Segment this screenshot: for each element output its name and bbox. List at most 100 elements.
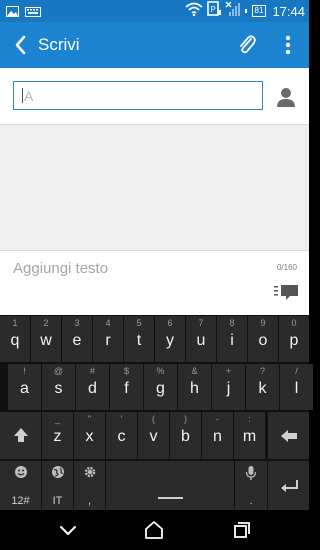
key-i[interactable]: 8i — [217, 316, 247, 362]
key-alt-label: 6 — [167, 318, 173, 328]
compose-input[interactable]: Aggiungi testo — [13, 260, 108, 277]
key-b[interactable]: ) b — [170, 412, 201, 459]
chevron-left-icon[interactable] — [10, 32, 32, 58]
recent-apps-icon[interactable] — [229, 518, 253, 542]
key-h[interactable]: & h — [178, 364, 211, 410]
send-message-icon[interactable] — [274, 282, 300, 304]
key-main-label: k — [258, 380, 267, 397]
key-j[interactable]: + j — [212, 364, 245, 410]
key-alt-label: 3 — [74, 318, 80, 328]
key-main-label: v — [149, 428, 158, 445]
key-v[interactable]: (v — [138, 412, 169, 459]
key-z[interactable]: _ z — [42, 412, 73, 459]
chevron-down-icon[interactable] — [56, 518, 80, 542]
key-t[interactable]: 5t — [124, 316, 154, 362]
key-w[interactable]: 2w — [31, 316, 61, 362]
key-r[interactable]: 4r — [93, 316, 123, 362]
recipient-row: A — [0, 68, 309, 125]
key-d[interactable]: # d — [76, 364, 109, 410]
key-alt-label: 5 — [136, 318, 142, 328]
page-title: Scrivi — [38, 35, 80, 54]
battery-icon: 81 — [244, 5, 267, 17]
app-bar: Scrivi — [0, 22, 309, 68]
key-alt-label: / — [295, 366, 298, 376]
shift-key[interactable] — [0, 412, 41, 459]
key-alt-label: % — [156, 366, 165, 376]
key-x[interactable]: " x — [74, 412, 105, 459]
key-main-label: a — [20, 380, 29, 397]
navigation-bar — [0, 510, 309, 550]
key-q[interactable]: 1q — [0, 316, 30, 362]
language-key[interactable]: IT — [42, 461, 73, 510]
key-alt-label: @ — [53, 366, 64, 376]
person-icon[interactable] — [275, 86, 297, 108]
key-main-label: o — [258, 332, 268, 349]
status-bar: P 81 17:44 — [0, 0, 309, 22]
key-alt-label: # — [89, 366, 95, 376]
recipient-input[interactable]: A — [13, 81, 263, 110]
key-alt-label: " — [87, 414, 92, 424]
key-alt-label: ' — [120, 414, 123, 424]
key-a[interactable]: ! a — [8, 364, 41, 410]
key-main-label: n — [213, 428, 222, 445]
key-main-label: h — [190, 380, 199, 397]
key-e[interactable]: 3e — [62, 316, 92, 362]
image-icon — [6, 4, 19, 22]
key-main-label: s — [54, 380, 63, 397]
key-main-label: g — [156, 380, 165, 397]
key-main-label: x — [85, 428, 94, 445]
key-main-label: e — [72, 332, 82, 349]
key-alt-label: $ — [123, 366, 129, 376]
enter-key[interactable] — [268, 461, 309, 510]
key-alt-label: ( — [152, 414, 155, 424]
microphone-icon — [245, 466, 257, 480]
wifi-icon — [184, 2, 203, 21]
gear-icon — [84, 466, 95, 478]
paperclip-icon[interactable] — [235, 33, 259, 57]
key-l[interactable]: / l — [280, 364, 313, 410]
key-alt-label: 8 — [229, 318, 235, 328]
key-u[interactable]: 7u — [186, 316, 216, 362]
recipient-value: A — [24, 88, 34, 104]
key-alt-label: ) — [184, 414, 187, 424]
key-alt-label: : — [248, 414, 251, 424]
space-key[interactable] — [106, 461, 234, 510]
key-main-label: w — [40, 332, 52, 349]
key-k[interactable]: ? k — [246, 364, 279, 410]
voice-period-key[interactable]: . — [235, 461, 267, 510]
key-main-label: y — [166, 332, 174, 349]
key-main-label: i — [230, 332, 234, 349]
home-icon[interactable] — [142, 518, 166, 542]
compose-area[interactable]: Aggiungi testo 0/160 — [0, 250, 309, 315]
battery-saver-icon: P — [206, 1, 221, 21]
backspace-key[interactable] — [268, 412, 309, 459]
key-main-label: q — [10, 332, 20, 349]
key-alt-label: 9 — [260, 318, 266, 328]
key-main-label: m — [242, 428, 257, 445]
key-o[interactable]: 9o — [248, 316, 278, 362]
key-y[interactable]: 6y — [155, 316, 185, 362]
key-s[interactable]: @ s — [42, 364, 75, 410]
key-main-label: d — [88, 380, 97, 397]
character-counter: 0/160 — [276, 263, 297, 272]
key-p[interactable]: 0p — [279, 316, 309, 362]
key-main-label: z — [53, 428, 62, 445]
settings-comma-key[interactable]: , — [74, 461, 105, 510]
keyboard-icon — [25, 4, 41, 22]
key-main-label: b — [181, 428, 190, 445]
keyboard: 1q2w3e4r5t6y7u8i9o0p ! a @ s # d $ f% g & h + j? k / l … — [0, 315, 313, 510]
key-alt-label: 4 — [105, 318, 111, 328]
key-n[interactable]: -n — [202, 412, 233, 459]
emoji-numbers-key[interactable]: 12# — [0, 461, 41, 510]
key-f[interactable]: $ f — [110, 364, 143, 410]
key-m[interactable]: :m — [234, 412, 265, 459]
key-alt-label: 2 — [43, 318, 49, 328]
key-main-label: u — [196, 332, 206, 349]
more-vertical-icon[interactable] — [279, 33, 297, 57]
message-thread-area — [0, 125, 309, 250]
key-alt-label: _ — [54, 414, 60, 424]
key-alt-label: - — [216, 414, 219, 424]
key-main-label: r — [105, 332, 111, 349]
key-g[interactable]: % g — [144, 364, 177, 410]
key-c[interactable]: ' c — [106, 412, 137, 459]
